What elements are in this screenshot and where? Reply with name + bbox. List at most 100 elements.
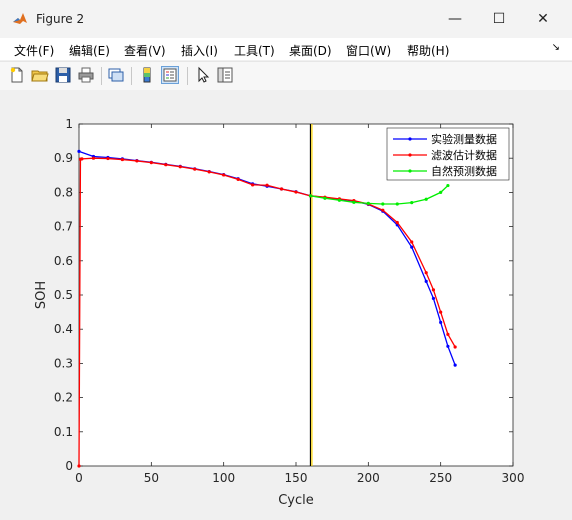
toolbar-separator	[101, 67, 102, 85]
data-point	[410, 201, 414, 205]
data-point	[424, 271, 428, 275]
data-point	[424, 279, 428, 283]
menu-bar: 文件(F) 编辑(E) 查看(V) 插入(I) 工具(T) 桌面(D) 窗口(W…	[0, 38, 572, 60]
new-figure-icon[interactable]	[8, 66, 26, 84]
open-file-icon[interactable]	[31, 66, 49, 84]
legend-label: 自然预测数据	[431, 164, 497, 178]
data-point	[366, 201, 370, 205]
data-point	[439, 320, 443, 324]
data-point	[352, 200, 356, 204]
maximize-button[interactable]: ☐	[476, 0, 522, 38]
close-icon: ✕	[537, 11, 549, 27]
print-icon[interactable]	[77, 66, 95, 84]
window-title: Figure 2	[36, 12, 85, 26]
data-point	[135, 159, 139, 163]
x-tick-label: 200	[357, 471, 380, 485]
data-point	[453, 363, 457, 367]
y-tick-label: 0.1	[54, 425, 73, 439]
menu-tools[interactable]: 工具(T)	[234, 42, 275, 59]
toolbar-separator	[131, 67, 132, 85]
figure-area: 0 50 100 150 200 250 300 0 0.1 0.2 0.3 0.4 0.5 0.6 0.7…	[0, 90, 572, 517]
data-point	[120, 157, 124, 162]
menu-insert[interactable]: 插入(I)	[181, 42, 218, 59]
data-point	[431, 288, 436, 292]
data-point	[149, 161, 153, 165]
data-point	[178, 165, 182, 169]
data-point	[91, 156, 96, 160]
figure-window: Figure 2 — ☐ ✕ 文件(F) 编辑(E) 查看(V) 插入(I) 工…	[0, 0, 572, 517]
data-point	[446, 332, 450, 336]
data-point	[410, 240, 414, 244]
y-tick-label: 0.7	[54, 220, 73, 234]
data-point	[446, 344, 450, 348]
title-bar[interactable]: Figure 2 — ☐ ✕	[0, 0, 572, 38]
x-axis-label: Cycle	[278, 493, 314, 508]
y-tick-label: 0.8	[54, 185, 73, 199]
data-point	[251, 183, 255, 187]
legend-marker	[408, 153, 412, 157]
plot-canvas[interactable]: 0 50 100 150 200 250 300 0 0.1 0.2 0.3 0.4 0.5 0.6 0.7…	[0, 90, 572, 517]
menu-help[interactable]: 帮助(H)	[407, 42, 449, 59]
data-point	[279, 187, 284, 191]
menu-window[interactable]: 窗口(W)	[346, 42, 391, 59]
y-tick-label: 0	[65, 459, 73, 473]
data-point	[439, 310, 443, 314]
legend-label: 滤波估计数据	[431, 148, 497, 162]
x-tick-label: 0	[75, 471, 83, 485]
menu-view[interactable]: 查看(V)	[124, 42, 166, 59]
data-point	[77, 464, 81, 468]
data-point	[236, 177, 240, 182]
colorbar-icon[interactable]	[138, 66, 156, 84]
data-point	[439, 190, 443, 194]
data-point	[381, 208, 385, 212]
save-icon[interactable]	[54, 66, 72, 84]
maximize-icon: ☐	[492, 11, 506, 27]
property-editor-icon[interactable]	[216, 66, 234, 84]
x-tick-label: 150	[285, 471, 308, 485]
data-point	[446, 183, 450, 188]
y-tick-label: 0.4	[54, 322, 73, 336]
data-point	[265, 183, 269, 187]
minimize-button[interactable]: —	[432, 0, 478, 38]
data-point	[164, 163, 168, 167]
toolbar	[0, 61, 572, 91]
data-point	[323, 196, 327, 200]
y-tick-label: 0.9	[54, 151, 73, 165]
data-point	[222, 173, 226, 177]
data-point	[294, 190, 298, 194]
data-point	[77, 149, 81, 153]
y-tick-label: 0.6	[54, 254, 73, 268]
data-point	[193, 167, 197, 171]
data-point	[453, 345, 457, 349]
toolbar-separator	[187, 67, 188, 85]
data-point	[431, 296, 436, 301]
y-tick-label: 1	[65, 117, 73, 131]
pointer-icon[interactable]	[194, 66, 212, 84]
menu-desktop[interactable]: 桌面(D)	[289, 42, 332, 59]
legend-label: 实验测量数据	[431, 132, 497, 146]
data-point	[337, 198, 341, 202]
y-tick-label: 0.3	[54, 356, 73, 370]
close-button[interactable]: ✕	[520, 0, 566, 38]
legend-marker	[408, 169, 412, 173]
x-tick-label: 250	[429, 471, 452, 485]
data-point	[424, 197, 428, 201]
y-tick-label: 0.2	[54, 391, 73, 405]
data-point	[207, 170, 211, 174]
data-point	[381, 202, 385, 206]
link-plot-icon[interactable]	[107, 66, 125, 84]
data-point	[395, 220, 399, 225]
x-tick-label: 300	[502, 471, 525, 485]
legend-icon[interactable]	[161, 66, 179, 84]
menu-overflow-icon[interactable]: ↘	[552, 42, 560, 53]
legend-marker	[408, 137, 412, 141]
data-point	[410, 245, 414, 249]
matlab-icon	[13, 13, 27, 24]
menu-edit[interactable]: 编辑(E)	[69, 42, 110, 59]
minimize-icon: —	[448, 11, 462, 27]
data-point	[106, 156, 110, 161]
menu-file[interactable]: 文件(F)	[14, 42, 54, 59]
y-axis-label: SOH	[34, 281, 49, 309]
data-point	[395, 202, 399, 206]
data-point	[80, 157, 84, 161]
